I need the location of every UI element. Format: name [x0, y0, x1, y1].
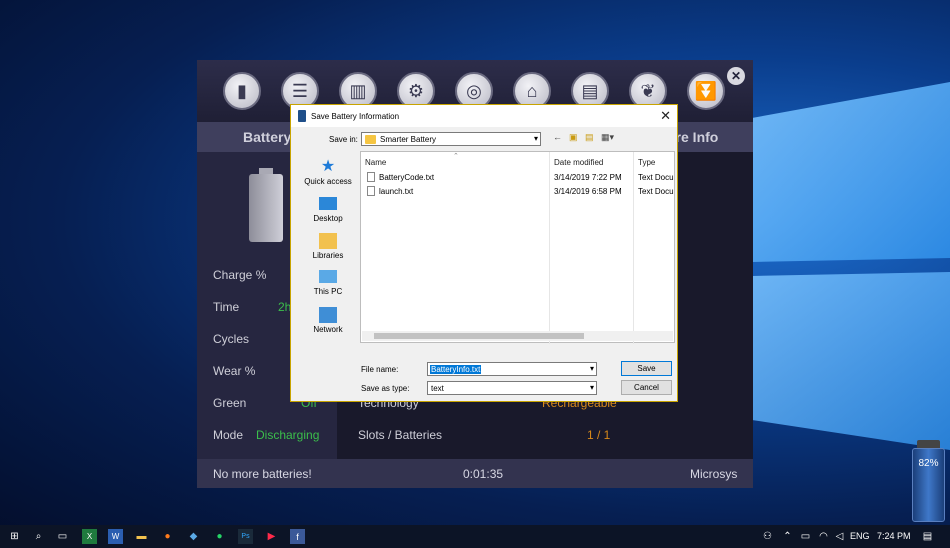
close-icon[interactable]: ✕ [660, 108, 671, 124]
media-player-icon[interactable]: ▶ [264, 529, 279, 544]
back-arrow-icon[interactable]: ← [553, 132, 562, 142]
text-file-icon [367, 186, 375, 196]
place-desktop[interactable]: Desktop [297, 197, 359, 223]
save-type-value: text [431, 384, 444, 393]
place-quick-access[interactable]: ★ Quick access [297, 158, 359, 187]
save-in-dropdown[interactable]: Smarter Battery ▾ [361, 132, 541, 146]
file-row[interactable]: launch.txt 3/14/2019 6:58 PM Text Docu [361, 186, 676, 198]
star-icon: ★ [320, 158, 336, 175]
file-name-label: File name: [361, 365, 399, 374]
column-type[interactable]: Type [638, 158, 655, 167]
windows-start-icon[interactable]: ⊞ [7, 529, 22, 544]
save-type-dropdown[interactable]: text ▾ [427, 381, 597, 395]
excel-icon[interactable]: X [82, 529, 97, 544]
file-type: Text Docu [638, 173, 674, 182]
library-icon [319, 233, 337, 249]
status-message: No more batteries! [213, 467, 312, 481]
chevron-down-icon: ▾ [533, 134, 538, 143]
cancel-button[interactable]: Cancel [621, 380, 672, 395]
stat-label-wear: Wear % [213, 364, 256, 378]
file-explorer-icon[interactable]: ▬ [134, 529, 149, 544]
computer-icon [319, 270, 337, 283]
place-network[interactable]: Network [297, 307, 359, 334]
place-libraries[interactable]: Libraries [297, 233, 359, 260]
search-icon[interactable]: ⌕ [31, 529, 46, 544]
file-name-value: BatteryInfo.txt [430, 365, 482, 374]
place-label: Network [313, 325, 343, 334]
place-label: Quick access [304, 177, 352, 186]
battery-tray-icon[interactable]: ▭ [798, 529, 813, 544]
battery-icon[interactable]: ▮ [223, 72, 261, 110]
column-name[interactable]: Name [365, 158, 386, 167]
task-view-icon[interactable]: ▭ [55, 529, 70, 544]
file-name: launch.txt [379, 187, 414, 196]
file-date: 3/14/2019 7:22 PM [554, 173, 622, 182]
battery-level-icon [249, 168, 283, 242]
file-name: BatteryCode.txt [379, 173, 435, 182]
app-shield-icon[interactable]: ◆ [186, 529, 201, 544]
file-row[interactable]: BatteryCode.txt 3/14/2019 7:22 PM Text D… [361, 172, 676, 184]
status-bar: No more batteries! 0:01:35 Microsys [197, 459, 753, 488]
stat-label-mode: Mode [213, 428, 244, 442]
chevron-down-icon[interactable]: ▾ [590, 364, 594, 373]
place-label: Desktop [313, 214, 343, 223]
file-name-input[interactable]: BatteryInfo.txt ▾ [427, 362, 597, 376]
chevron-down-icon: ▾ [589, 383, 594, 392]
stat-label-charge: Charge % [213, 268, 267, 282]
column-date[interactable]: Date modified [554, 158, 603, 167]
word-icon[interactable]: W [108, 529, 123, 544]
info-value-slots: 1 / 1 [587, 428, 611, 442]
dialog-titlebar[interactable]: Save Battery Information ✕ [291, 105, 677, 127]
language-indicator[interactable]: ENG [850, 531, 870, 541]
chevron-up-icon[interactable]: ⌃ [780, 529, 795, 544]
desktop-icon [319, 197, 337, 210]
file-list[interactable]: Name ⌃ Date modified Type BatteryCode.tx… [360, 151, 676, 344]
battery-gadget[interactable]: 82% [912, 440, 945, 522]
dialog-nav-tools: ← ▣ ▤ ▦▾ [553, 132, 625, 146]
whatsapp-icon[interactable]: ● [212, 529, 227, 544]
file-date: 3/14/2019 6:58 PM [554, 187, 622, 196]
view-menu-icon[interactable]: ▦▾ [601, 132, 614, 143]
download-icon[interactable]: ⏬ [687, 72, 725, 110]
wifi-icon[interactable]: ◠ [816, 529, 831, 544]
status-timer: 0:01:35 [463, 467, 504, 481]
save-button[interactable]: Save [621, 361, 672, 376]
firefox-icon[interactable]: ● [160, 529, 175, 544]
horizontal-scrollbar[interactable] [362, 331, 673, 341]
info-label-slots: Slots / Batteries [358, 428, 443, 442]
status-vendor: Microsys [690, 467, 738, 481]
places-bar: ★ Quick access Desktop Libraries This PC… [297, 151, 359, 341]
clock[interactable]: 7:24 PM [877, 531, 911, 541]
folder-icon [365, 135, 376, 144]
scrollbar-thumb[interactable] [374, 333, 584, 339]
place-this-pc[interactable]: This PC [297, 270, 359, 296]
stat-label-time: Time [213, 300, 240, 314]
tab-battery[interactable]: Battery [243, 129, 291, 145]
network-icon [319, 307, 337, 323]
app-close-button[interactable]: ✕ [727, 67, 745, 85]
people-icon[interactable]: ⚇ [760, 529, 775, 544]
photoshop-icon[interactable]: Ps [238, 529, 253, 544]
notifications-icon[interactable]: ▤ [920, 529, 935, 544]
save-in-value: Smarter Battery [380, 135, 437, 144]
file-type: Text Docu [638, 187, 674, 196]
text-file-icon [367, 172, 375, 182]
dialog-title: Save Battery Information [311, 112, 400, 121]
save-dialog: Save Battery Information ✕ Save in: Smar… [290, 104, 678, 402]
stat-value-mode: Discharging [256, 428, 320, 442]
volume-icon[interactable]: ◁ [832, 529, 847, 544]
facebook-icon[interactable]: f [290, 529, 305, 544]
stat-label-green: Green [213, 396, 247, 410]
battery-gadget-percent: 82% [918, 458, 939, 469]
sort-arrow-icon: ⌃ [453, 153, 459, 160]
app-icon [298, 110, 306, 122]
stat-label-cycles: Cycles [213, 332, 250, 346]
save-in-label: Save in: [329, 135, 358, 144]
save-type-label: Save as type: [361, 384, 410, 393]
place-label: This PC [313, 287, 343, 296]
new-folder-icon[interactable]: ▤ [585, 132, 594, 143]
up-folder-icon[interactable]: ▣ [569, 132, 578, 143]
taskbar: ⊞ ⌕ ▭ X W ▬ ● ◆ ● Ps ▶ f ⚇ ⌃ ▭ ◠ ◁ ENG 7… [0, 525, 950, 548]
place-label: Libraries [312, 251, 344, 260]
